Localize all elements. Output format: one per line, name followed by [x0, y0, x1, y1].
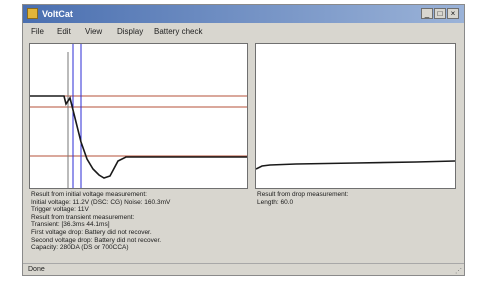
left-info-line: Initial voltage: 11.2V (DSC: CG) Noise: … — [31, 198, 171, 206]
close-button[interactable]: × — [447, 8, 459, 19]
right-info-line: Length: 60.0 — [257, 198, 294, 206]
minimize-button[interactable]: _ — [421, 8, 433, 19]
voltage-plot-left[interactable] — [29, 43, 248, 189]
menu-edit[interactable]: Edit — [57, 27, 71, 37]
voltage-trace-right — [256, 160, 455, 170]
left-info-line: Trigger voltage: 11V — [31, 206, 89, 214]
voltage-plot-right[interactable] — [255, 43, 456, 189]
app-window: VoltCat _ □ × File Edit View Display Bat… — [22, 4, 465, 276]
voltage-trace-left — [30, 95, 247, 179]
menu-display[interactable]: Display — [117, 27, 143, 37]
window-title: VoltCat — [42, 9, 73, 19]
right-info-line: Result from drop measurement: — [257, 191, 349, 198]
left-results-panel: Result from initial voltage measurement:… — [31, 191, 170, 252]
menu-battery-check[interactable]: Battery check — [154, 27, 202, 37]
left-info-line: First voltage drop: Battery did not reco… — [31, 228, 152, 236]
resize-grip-icon[interactable]: ⋰ — [455, 267, 462, 275]
status-text: Done — [28, 266, 45, 273]
maximize-button[interactable]: □ — [434, 8, 446, 19]
menu-bar: File Edit View Display Battery check — [23, 24, 464, 39]
left-info-line: Capacity: 280DA (DS or 700CCA) — [31, 244, 129, 252]
status-bar: Done ⋰ — [23, 263, 464, 276]
right-results-panel: Result from drop measurement: Length: 60… — [257, 191, 348, 206]
left-info-line: Result from initial voltage measurement: — [31, 191, 147, 198]
left-info-line: Result from transient measurement: — [31, 213, 135, 221]
menu-view[interactable]: View — [85, 27, 102, 37]
left-info-line: Second voltage drop: Battery did not rec… — [31, 236, 162, 244]
title-bar[interactable]: VoltCat _ □ × — [23, 5, 464, 23]
menu-file[interactable]: File — [31, 27, 44, 37]
left-info-line: Transient: [36.3ms 44.1ms] — [31, 221, 110, 229]
app-icon — [27, 8, 38, 19]
